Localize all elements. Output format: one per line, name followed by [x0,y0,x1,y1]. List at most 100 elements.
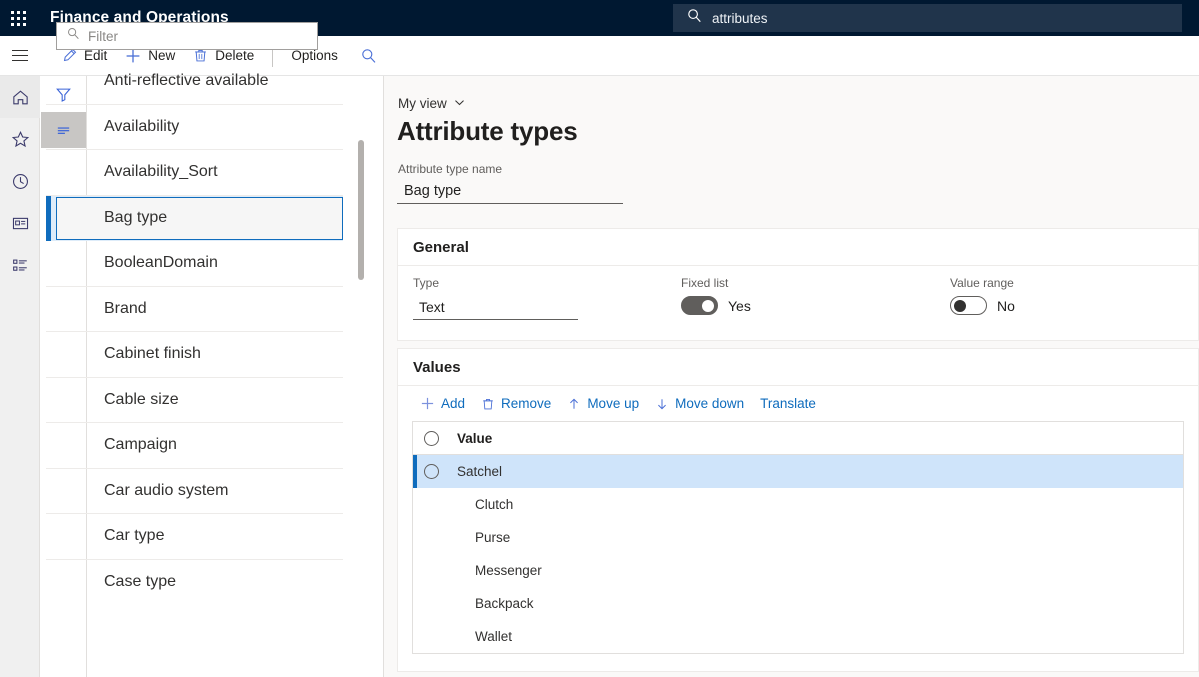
row-selection-bar [413,455,417,488]
list-item-label: BooleanDomain [104,254,218,272]
main-content-area: My view Attribute types Attribute type n… [384,76,1199,677]
values-grid-header: Value [413,422,1183,455]
value-range-label: Value range [950,276,1015,290]
type-field-label: Type [413,276,578,290]
value-cell: Purse [475,530,510,545]
view-selector[interactable]: My view [398,96,465,111]
list-icon [11,256,30,275]
table-row[interactable]: Purse [413,521,1183,554]
home-icon [11,88,30,107]
type-field-input[interactable] [413,295,578,320]
application-window: Finance and Operations attributes Edit [0,0,1199,677]
general-card-body: Type Fixed list Yes Value range No [398,266,1198,340]
value-cell: Satchel [457,464,502,479]
values-column-header: Value [457,431,492,446]
list-item-label: Cabinet finish [104,345,201,363]
app-launcher-icon[interactable] [0,0,36,36]
list-item[interactable]: Campaign [46,423,343,469]
page-title: Attribute types [397,116,577,147]
list-item-label: Car type [104,527,164,545]
search-icon [67,27,80,45]
table-row[interactable]: Wallet [413,620,1183,653]
selection-outline [56,197,343,241]
attribute-type-list[interactable]: Anti-reflective availableAvailability Ava… [46,59,343,601]
command-search-icon[interactable] [353,40,385,72]
table-row[interactable]: Clutch [413,488,1183,521]
left-navigation-rail [0,76,40,677]
value-range-state-text: No [997,298,1015,314]
global-search-value: attributes [712,11,768,26]
value-cell: Messenger [475,563,542,578]
list-item-label: Cable size [104,391,179,409]
list-item-label: Bag type [104,209,167,227]
move-down-button[interactable]: Move down [647,390,752,418]
general-card: General Type Fixed list Yes Value range [397,228,1199,341]
fixed-list-label: Fixed list [681,276,751,290]
table-row[interactable]: Backpack [413,587,1183,620]
list-item[interactable]: Cable size [46,378,343,424]
sidebar-item-recent[interactable] [0,160,40,202]
general-card-title: General [398,229,1198,266]
value-range-toggle[interactable] [950,296,987,315]
plus-icon [420,396,435,411]
values-card: Values Add Remove [397,348,1199,672]
select-all-radio[interactable] [424,431,439,446]
list-item-label: Brand [104,300,147,318]
arrow-up-icon [567,397,581,411]
list-item[interactable]: Availability [46,105,343,151]
star-icon [11,130,30,149]
list-item[interactable]: Anti-reflective available [46,59,343,105]
chevron-down-icon [454,96,465,111]
values-grid-toolbar: Add Remove Move up [398,386,1198,421]
list-item[interactable]: Availability_Sort [46,150,343,196]
row-radio[interactable] [424,464,439,479]
list-item-label: Campaign [104,436,177,454]
type-field: Type [413,276,578,320]
values-card-title: Values [398,349,1198,386]
filter-input[interactable]: Filter [56,22,318,50]
list-item[interactable]: Car audio system [46,469,343,515]
filter-input-placeholder: Filter [88,29,118,44]
list-item[interactable]: Cabinet finish [46,332,343,378]
clock-icon [11,172,30,191]
fixed-list-toggle[interactable] [681,296,718,315]
list-item-label: Car audio system [104,482,229,500]
list-item[interactable]: Brand [46,287,343,333]
workspace-icon [11,214,30,233]
remove-value-label: Remove [501,396,551,411]
list-item-label: Case type [104,573,176,591]
value-range-field: Value range No [950,276,1015,315]
sidebar-item-favorites[interactable] [0,118,40,160]
sidebar-item-workspaces[interactable] [0,202,40,244]
value-cell: Clutch [475,497,513,512]
add-value-button[interactable]: Add [412,390,473,418]
list-scrollbar-thumb[interactable] [358,140,364,280]
list-item-label: Availability_Sort [104,163,218,181]
list-item[interactable]: Bag type [46,196,343,242]
move-down-label: Move down [675,396,744,411]
fixed-list-state-text: Yes [728,298,751,314]
translate-label: Translate [760,396,816,411]
global-search-box[interactable]: attributes [673,4,1182,32]
selection-bar [46,196,51,242]
sidebar-item-modules[interactable] [0,244,40,286]
fixed-list-field: Fixed list Yes [681,276,751,315]
list-item[interactable]: Car type [46,514,343,560]
search-icon [687,8,702,28]
list-item[interactable]: BooleanDomain [46,241,343,287]
table-row[interactable]: Messenger [413,554,1183,587]
table-row[interactable]: Satchel [413,455,1183,488]
remove-value-button[interactable]: Remove [473,390,559,418]
value-cell: Backpack [475,596,534,611]
value-cell: Wallet [475,629,512,644]
add-value-label: Add [441,396,465,411]
view-selector-label: My view [398,96,447,111]
sidebar-item-home[interactable] [0,76,40,118]
move-up-button[interactable]: Move up [559,390,647,418]
hamburger-menu-icon[interactable] [0,36,40,76]
move-up-label: Move up [587,396,639,411]
translate-button[interactable]: Translate [752,390,824,418]
attribute-type-name-input[interactable] [397,178,623,204]
list-item[interactable]: Case type [46,560,343,602]
arrow-down-icon [655,397,669,411]
